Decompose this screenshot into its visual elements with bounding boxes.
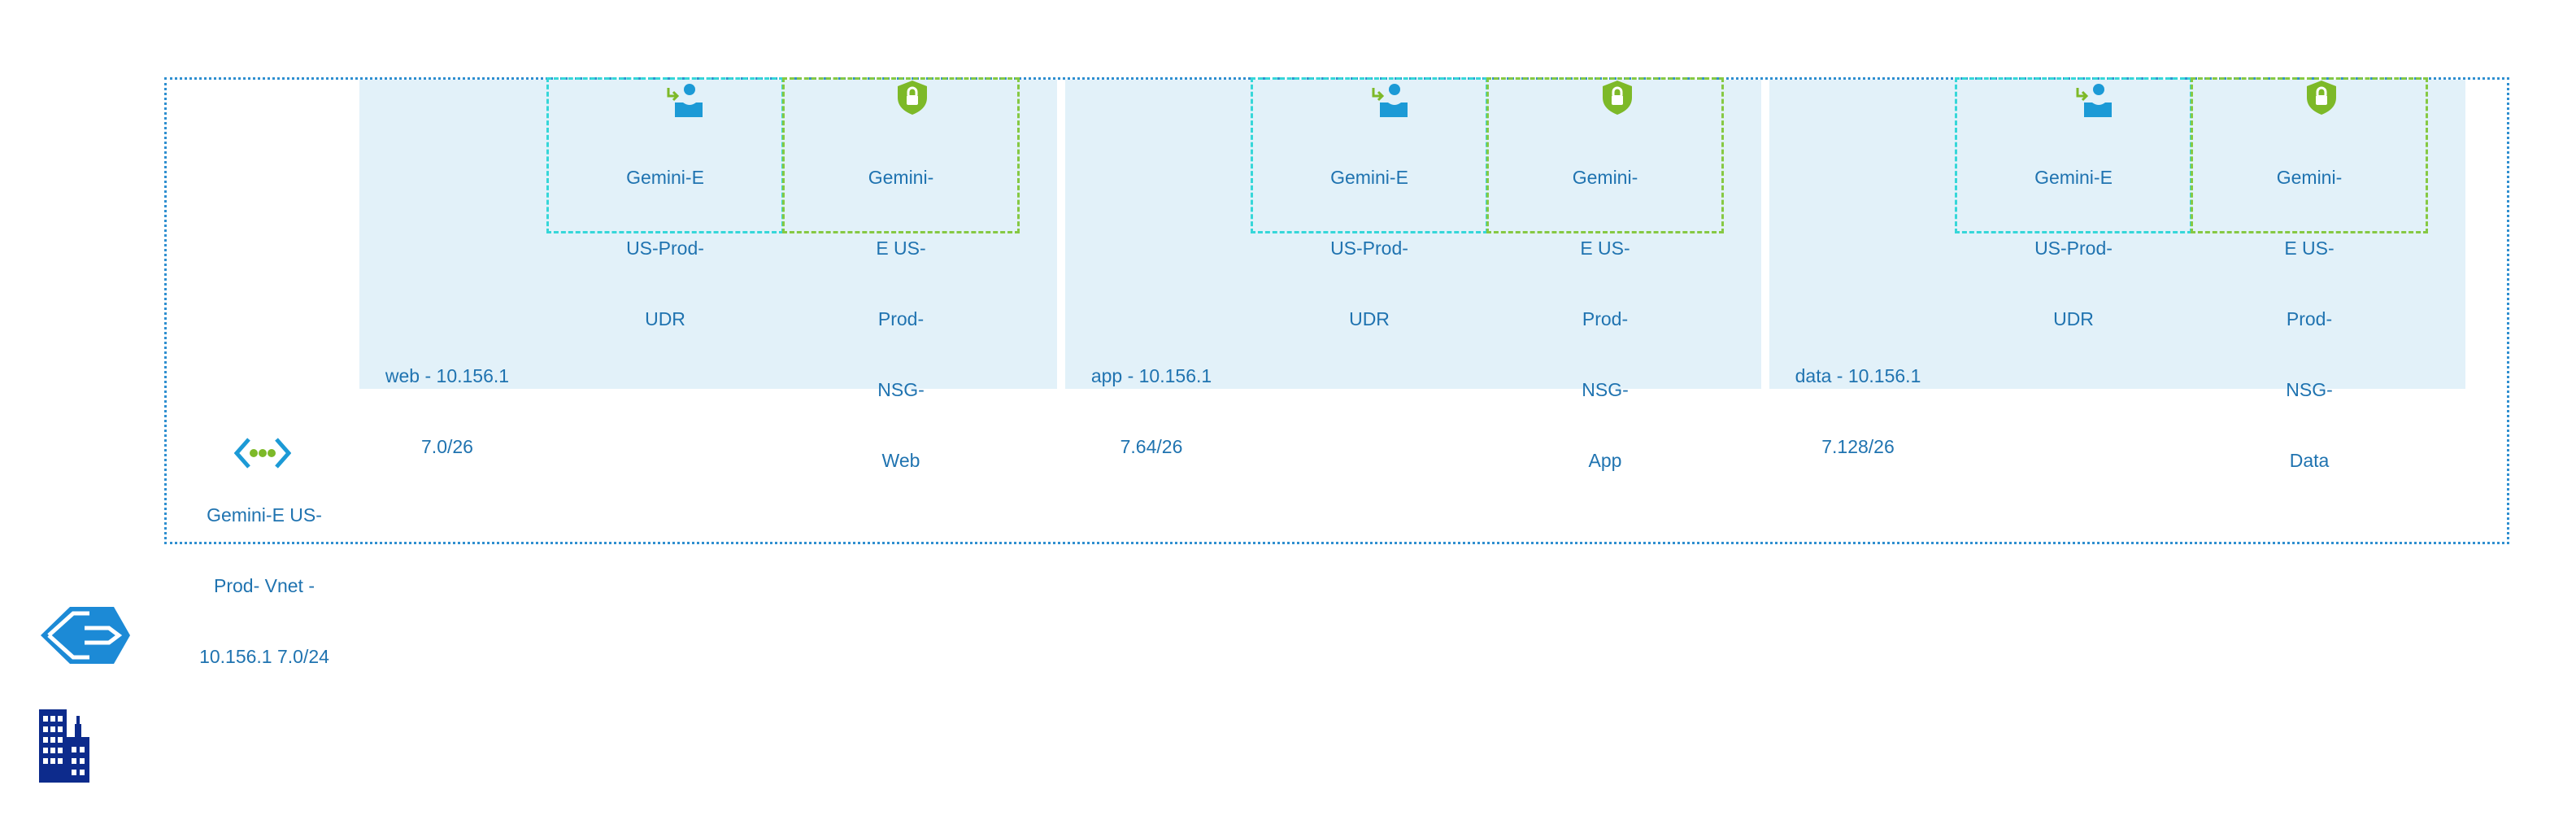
- route-table-icon: [2076, 84, 2112, 117]
- vnet-label: Gemini-E US- Prod- Vnet - 10.156.1 7.0/2…: [199, 504, 329, 667]
- subnet-label-web: web - 10.156.1 7.0/26: [385, 365, 510, 457]
- subnet-label-data: data - 10.156.1 7.128/26: [1795, 365, 1921, 457]
- route-table-icon: [667, 84, 703, 117]
- expressroute-gateway-icon[interactable]: [37, 604, 133, 667]
- network-security-group-icon: [2307, 81, 2336, 115]
- on-premises-building-icon[interactable]: [39, 704, 89, 783]
- nsg-label-data: Gemini- E US- Prod- NSG- Data: [2276, 167, 2343, 471]
- udr-label-app: Gemini-E US-Prod- UDR: [1330, 167, 1408, 329]
- network-security-group-icon: [898, 81, 927, 115]
- udr-label-data: Gemini-E US-Prod- UDR: [2034, 167, 2113, 329]
- network-security-group-icon: [1603, 81, 1632, 115]
- nsg-label-app: Gemini- E US- Prod- NSG- App: [1572, 167, 1638, 471]
- route-table-icon: [1372, 84, 1408, 117]
- nsg-label-web: Gemini- E US- Prod- NSG- Web: [868, 167, 934, 471]
- subnet-label-app: app - 10.156.1 7.64/26: [1090, 365, 1212, 457]
- udr-label-web: Gemini-E US-Prod- UDR: [626, 167, 704, 329]
